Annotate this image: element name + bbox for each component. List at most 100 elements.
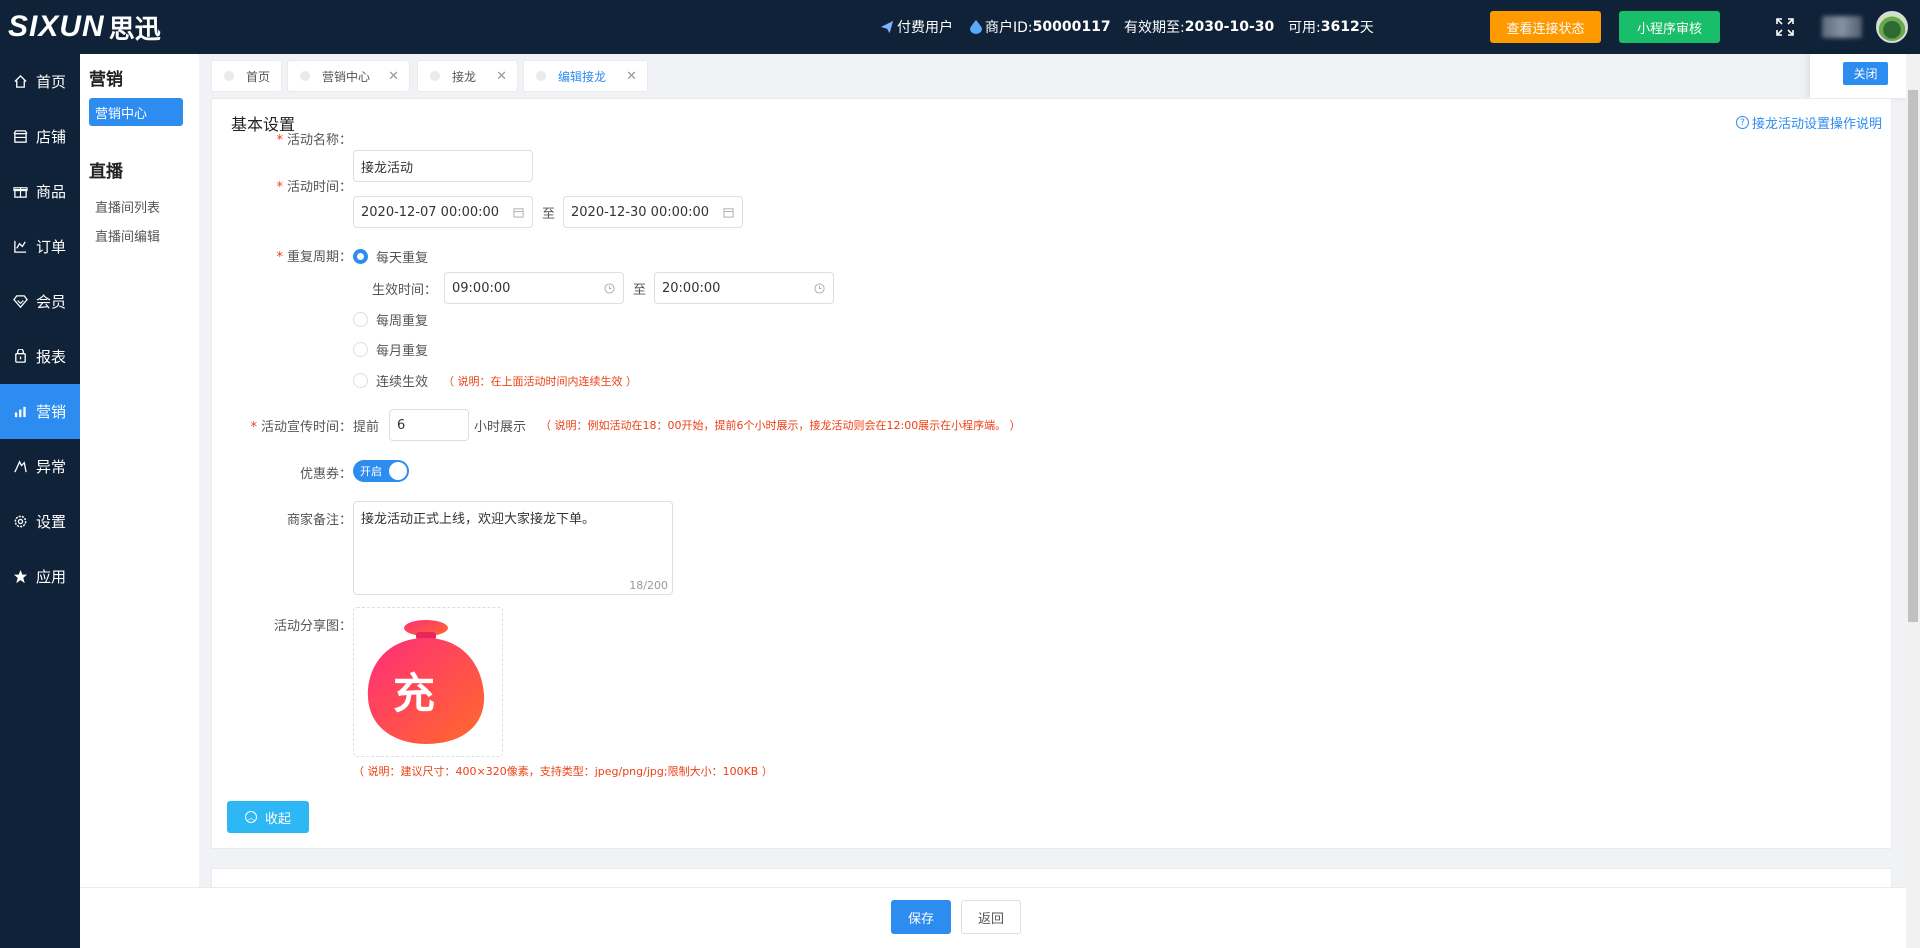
nav-item-orders[interactable]: 订单 [0,219,80,274]
radio-continuous[interactable]: 连续生效 [353,371,428,390]
save-button[interactable]: 保存 [891,900,951,934]
nav-label: 报表 [36,348,67,366]
chevron-up-icon: ︿ [244,811,257,823]
back-button[interactable]: 返回 [961,900,1021,934]
nav-item-apps[interactable]: 应用 [0,549,80,604]
report-icon [12,349,28,365]
close-icon[interactable]: ✕ [626,69,637,84]
nav-label: 订单 [36,238,67,256]
nav-item-settings[interactable]: 设置 [0,494,80,549]
tab-dot [536,71,546,81]
money-bag-image: 充 [367,620,485,744]
question-icon: ? [1735,116,1749,129]
gift-icon [12,184,28,200]
merchant-label: 商户ID: [985,20,1033,36]
close-icon[interactable]: ✕ [388,69,399,84]
drop-icon [970,20,982,34]
nav-item-exceptions[interactable]: 异常 [0,439,80,494]
paid-user-info: 付费用户 [880,0,953,54]
sub-nav-heading-marketing: 营销 [89,70,123,90]
remark-textarea[interactable]: 接龙活动正式上线，欢迎大家接龙下单。 18/200 [353,501,673,595]
tab-label: 营销中心 [322,69,371,84]
to-separator: 至 [633,283,647,298]
valid-label: 有效期至: [1124,20,1185,36]
share-image-label: 活动分享图： [273,619,352,634]
name-label: * 活动名称： [276,133,352,148]
gear-icon [12,514,28,530]
top-bar: SIXUN 思迅 付费用户 商户ID: 50000117 有效期至: 2030-10… [0,0,1920,54]
radio-circle [353,312,368,327]
sub-nav-heading-live: 直播 [89,162,123,182]
collapse-button[interactable]: ︿ 收起 [227,801,309,833]
nav-label: 首页 [36,73,67,91]
radio-daily[interactable]: 每天重复 [353,247,428,266]
scrollbar-thumb[interactable] [1908,90,1918,622]
tab-dot [430,71,440,81]
nav-item-goods[interactable]: 商品 [0,164,80,219]
start-time-input[interactable]: 2020-12-07 00:00:00 [353,196,533,228]
radio-monthly[interactable]: 每月重复 [353,340,428,359]
close-tabs-button[interactable]: 关闭 [1843,62,1888,85]
promo-hours-input[interactable]: 6 [389,409,469,441]
effective-time-label: 生效时间： [372,283,438,298]
tab-label: 首页 [246,69,271,84]
sub-nav-item-live-edit[interactable]: 直播间编辑 [95,226,160,245]
help-link[interactable]: ? 接龙活动设置操作说明 [1735,113,1882,132]
tab-chain[interactable]: 接龙 ✕ [417,60,518,92]
close-icon[interactable]: ✕ [496,69,507,84]
time-label: * 活动时间： [276,180,352,195]
help-link-label: 接龙活动设置操作说明 [1751,117,1882,132]
promo-prefix: 提前 [353,420,380,435]
connect-status-button[interactable]: 查看连接状态 [1490,11,1601,43]
radio-weekly[interactable]: 每周重复 [353,310,428,329]
effective-start-value: 09:00:00 [452,280,511,296]
to-separator: 至 [542,207,556,222]
logo-text: SIXUN [8,10,105,43]
promo-time-label: * 活动宣传时间： [250,420,352,435]
avatar[interactable] [1876,11,1908,43]
nav-label: 店铺 [36,128,67,146]
sub-nav-item-live-list[interactable]: 直播间列表 [95,197,160,216]
tab-label: 接龙 [452,69,477,84]
fullscreen-icon[interactable] [1775,17,1795,37]
valid-until: 2030-10-30 [1184,19,1275,35]
mini-program-review-button[interactable]: 小程序审核 [1619,11,1720,43]
nav-item-reports[interactable]: 报表 [0,329,80,384]
nav-label: 异常 [36,458,67,476]
tab-marketing-center[interactable]: 营销中心 ✕ [287,60,410,92]
valid-until-info: 有效期至: 2030-10-30 [1124,0,1274,54]
basic-settings-card: 基本设置 ? 接龙活动设置操作说明 * 活动名称： 接龙活动 * 活动时间： 202… [211,98,1892,849]
nav-item-marketing[interactable]: 营销 [0,384,80,439]
share-image-char: 充 [393,669,435,718]
collapse-label: 收起 [264,811,291,827]
available-days: 3612 [1320,19,1360,35]
toggle-label: 开启 [360,465,382,478]
remark-count: 18/200 [629,579,668,592]
promo-suffix: 小时展示 [474,420,527,435]
nav-label: 应用 [36,568,67,586]
sub-nav: 营销 营销中心 直播 直播间列表 直播间编辑 [80,54,199,948]
share-image-upload[interactable]: 充 [353,607,503,757]
username-blurred[interactable] [1822,16,1862,38]
coupon-toggle[interactable]: 开启 [353,460,409,482]
paper-plane-icon [880,20,894,34]
start-time-value: 2020-12-07 00:00:00 [361,204,500,220]
nav-item-store[interactable]: 店铺 [0,109,80,164]
tab-dot [300,71,310,81]
nav-label: 营销 [36,403,67,421]
nav-item-home[interactable]: 首页 [0,54,80,109]
exception-icon [12,459,28,475]
sub-nav-item-marketing-center[interactable]: 营销中心 [89,98,183,126]
nav-label: 商品 [36,183,67,201]
radio-circle [353,249,368,264]
radio-circle [353,373,368,388]
activity-name-input[interactable]: 接龙活动 [353,150,533,182]
effective-end-input[interactable]: 20:00:00 [654,272,834,304]
continuous-note: （ 说明：在上面活动时间内连续生效 ） [443,375,637,388]
tab-home[interactable]: 首页 [211,60,282,92]
end-time-input[interactable]: 2020-12-30 00:00:00 [563,196,743,228]
nav-item-members[interactable]: 会员 [0,274,80,329]
tab-edit-chain[interactable]: 编辑接龙 ✕ [523,60,648,92]
effective-start-input[interactable]: 09:00:00 [444,272,624,304]
logo[interactable]: SIXUN 思迅 [8,10,161,45]
